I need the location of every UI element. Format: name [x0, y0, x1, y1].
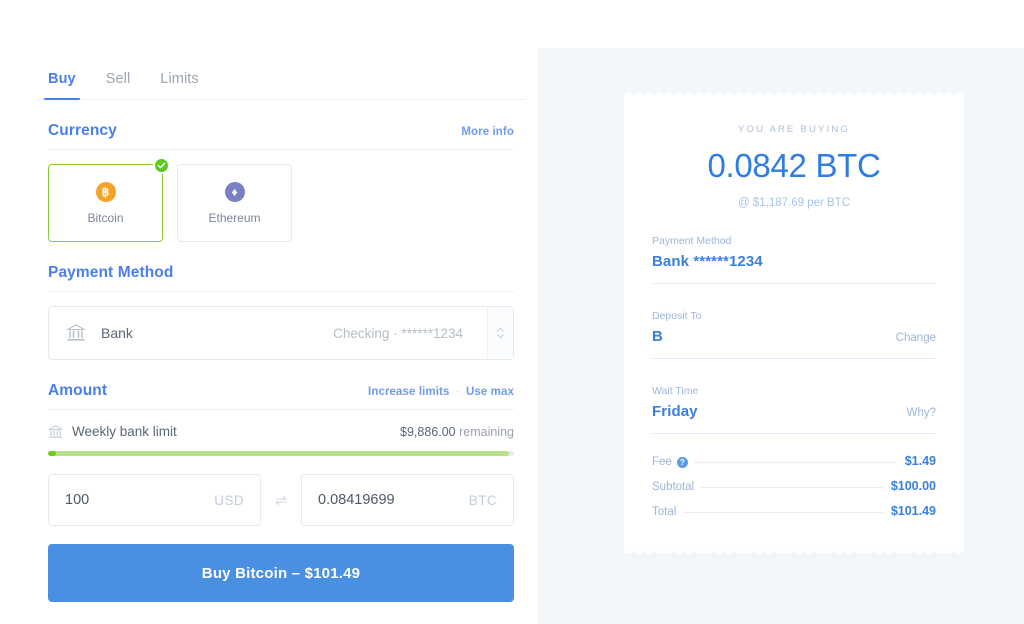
- summary-deposit-to-label: Deposit To: [652, 310, 702, 322]
- summary-wait-time-why-link[interactable]: Why?: [907, 407, 936, 419]
- weekly-limit-amount: $9,886.00: [400, 424, 456, 439]
- summary-rate: @ $1,187.69 per BTC: [737, 197, 851, 209]
- buy-form: Buy Sell Limits Currency More info ฿ Bit…: [36, 48, 526, 602]
- swap-icon[interactable]: ⇌: [261, 491, 301, 509]
- summary-total-label: Total: [652, 506, 677, 518]
- weekly-limit-progress-marker: [48, 451, 56, 456]
- summary-deposit-change-link[interactable]: Change: [896, 332, 936, 344]
- bitcoin-symbol: ฿: [101, 184, 110, 199]
- summary-subtotal-label: Subtotal: [652, 481, 695, 493]
- summary-wait-time-value: Friday: [652, 403, 698, 420]
- summary-divider-2: [652, 358, 936, 359]
- summary-total-row-fee: Fee ? $1.49: [652, 454, 936, 468]
- currency-option-ethereum-label: Ethereum: [208, 210, 261, 225]
- fiat-amount-value: 100: [65, 492, 90, 508]
- summary-totals: Fee ? $1.49 Subtotal $100.00 Total $101.…: [652, 454, 936, 518]
- summary-field-deposit-to: Deposit To B Change: [652, 310, 936, 359]
- summary-fee-value: $1.49: [904, 454, 936, 468]
- weekly-limit-progress-wrap: [36, 439, 526, 456]
- payment-section-title: Payment Method: [48, 264, 174, 281]
- tab-bar: Buy Sell Limits: [36, 48, 526, 100]
- summary-total-value: $101.49: [890, 504, 936, 518]
- crypto-amount-input[interactable]: 0.08419699 BTC: [301, 474, 514, 526]
- weekly-limit-progress-fill: [48, 451, 510, 456]
- weekly-limit-row: Weekly bank limit $9,886.00 remaining: [36, 410, 526, 439]
- currency-option-ethereum[interactable]: ♦ Ethereum: [177, 164, 292, 242]
- summary-fee-label: Fee: [652, 456, 672, 468]
- currency-section-title: Currency: [48, 122, 117, 139]
- summary-total-row-total: Total $101.49: [652, 504, 936, 518]
- currency-more-info-link[interactable]: More info: [461, 126, 514, 138]
- crypto-currency-label: BTC: [468, 492, 497, 508]
- payment-method-field: Bank Checking · ******1234: [36, 292, 526, 360]
- leader-dots: [694, 462, 898, 463]
- tab-limits[interactable]: Limits: [160, 71, 198, 100]
- fiat-amount-input[interactable]: 100 USD: [48, 474, 261, 526]
- summary-divider-1: [652, 283, 936, 284]
- use-max-link[interactable]: Use max: [466, 386, 514, 398]
- app-screen: Buy Sell Limits Currency More info ฿ Bit…: [0, 0, 1024, 624]
- payment-method-name: Bank: [101, 325, 133, 341]
- summary-subtotal-value: $100.00: [890, 479, 936, 493]
- bank-icon: [65, 324, 87, 342]
- amount-section-links: Increase limits · Use max: [368, 386, 514, 398]
- ethereum-symbol: ♦: [231, 184, 238, 199]
- tab-sell[interactable]: Sell: [106, 71, 131, 100]
- tab-buy[interactable]: Buy: [44, 71, 80, 100]
- currency-option-bitcoin-label: Bitcoin: [87, 210, 124, 225]
- currency-section-header: Currency More info: [36, 100, 526, 149]
- summary-payment-method-value: Bank ******1234: [652, 253, 763, 270]
- crypto-amount-value: 0.08419699: [318, 492, 395, 508]
- currency-options: ฿ Bitcoin ♦ Ethereum: [36, 150, 526, 242]
- swap-glyph: ⇌: [274, 492, 288, 509]
- buy-bitcoin-button[interactable]: Buy Bitcoin – $101.49: [48, 544, 514, 602]
- amount-inputs: 100 USD ⇌ 0.08419699 BTC: [36, 456, 526, 526]
- card-scallop-top: [624, 91, 964, 97]
- payment-section-header: Payment Method: [36, 242, 526, 291]
- leader-dots: [701, 487, 884, 488]
- card-scallop-bottom: [624, 549, 964, 555]
- fiat-currency-label: USD: [214, 492, 244, 508]
- ethereum-icon: ♦: [224, 181, 245, 202]
- summary-total-row-subtotal: Subtotal $100.00: [652, 479, 936, 493]
- more-info-label: More info: [461, 126, 514, 138]
- payment-method-select[interactable]: Bank Checking · ******1234: [48, 306, 514, 360]
- weekly-limit-label: Weekly bank limit: [72, 424, 177, 439]
- tab-buy-label: Buy: [48, 71, 76, 87]
- currency-option-bitcoin[interactable]: ฿ Bitcoin: [48, 157, 170, 242]
- weekly-limit-progress: [48, 451, 514, 456]
- links-separator: ·: [455, 386, 460, 398]
- amount-section-header: Amount Increase limits · Use max: [36, 360, 526, 409]
- increase-limits-link[interactable]: Increase limits: [368, 386, 449, 398]
- summary-deposit-to-value: B: [652, 328, 663, 345]
- payment-method-stepper[interactable]: [487, 307, 513, 359]
- summary-divider-3: [652, 433, 936, 434]
- summary-eyebrow: YOU ARE BUYING: [737, 124, 851, 135]
- leader-dots: [683, 512, 884, 513]
- tab-limits-label: Limits: [160, 71, 199, 87]
- bitcoin-icon: ฿: [95, 181, 116, 202]
- weekly-limit-suffix: remaining: [459, 424, 514, 439]
- limit-bank-icon: [48, 424, 63, 438]
- summary-amount: 0.0842 BTC: [707, 147, 881, 184]
- summary-field-wait-time: Wait Time Friday Why?: [652, 385, 936, 434]
- weekly-limit-remaining: $9,886.00 remaining: [400, 425, 514, 439]
- cta-wrap: Buy Bitcoin – $101.49: [36, 526, 526, 602]
- fee-info-icon[interactable]: ?: [676, 456, 688, 468]
- tab-sell-label: Sell: [105, 71, 131, 87]
- order-summary-card: YOU ARE BUYING 0.0842 BTC @ $1,187.69 pe…: [624, 91, 964, 555]
- payment-method-detail: Checking · ******1234: [333, 325, 463, 341]
- summary-payment-method-label: Payment Method: [652, 235, 732, 247]
- selected-check-icon: [153, 157, 170, 174]
- summary-wait-time-label: Wait Time: [652, 385, 699, 397]
- amount-section-title: Amount: [48, 382, 108, 399]
- summary-field-payment-method: Payment Method Bank ******1234: [652, 235, 936, 284]
